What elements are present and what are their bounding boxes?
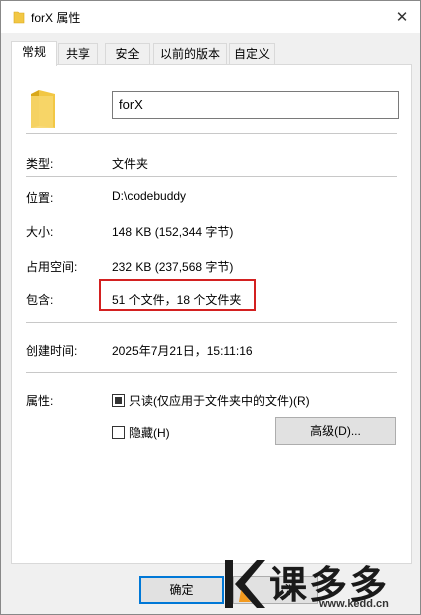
hidden-checkbox-label: 隐藏(H) [129, 426, 170, 440]
close-icon: ✕ [395, 9, 409, 26]
tab-general[interactable]: 常规 [11, 41, 57, 66]
watermark: 课多多 www.kedd.cn [219, 554, 419, 614]
hidden-checkbox[interactable]: 隐藏(H) [112, 424, 170, 441]
close-button[interactable]: ✕ [384, 1, 420, 33]
size-label: 大小: [26, 225, 54, 239]
folder-icon [13, 10, 25, 27]
disk-size-label: 占用空间: [26, 260, 78, 274]
ok-button[interactable]: 确定 [139, 576, 224, 604]
divider [26, 322, 397, 323]
type-label: 类型: [26, 157, 54, 171]
created-label: 创建时间: [26, 344, 78, 358]
watermark-url: www.kedd.cn [319, 598, 389, 610]
location-label: 位置: [26, 191, 54, 205]
divider [26, 372, 397, 373]
watermark-logo [225, 560, 265, 608]
created-value: 2025年7月21日，15:11:16 [112, 344, 253, 358]
title-bar: forX 属性 ✕ [1, 1, 420, 33]
attributes-label: 属性: [26, 394, 54, 408]
divider [26, 133, 397, 134]
type-value: 文件夹 [112, 157, 149, 171]
folder-name-input[interactable]: forX [112, 91, 399, 119]
tab-sharing[interactable]: 共享 [58, 43, 98, 65]
window-title: forX 属性 [31, 11, 81, 25]
disk-size-value: 232 KB (237,568 字节) [112, 260, 234, 274]
highlight-box [99, 279, 256, 311]
advanced-button[interactable]: 高级(D)... [275, 417, 396, 445]
large-folder-icon [29, 88, 57, 133]
hidden-checkbox-box[interactable] [112, 426, 125, 439]
tab-customize[interactable]: 自定义 [229, 43, 275, 65]
tab-previous-versions[interactable]: 以前的版本 [153, 43, 227, 65]
general-panel: forX 类型: 文件夹 位置: D:\codebuddy 大小: 148 KB… [11, 64, 412, 564]
tab-security[interactable]: 安全 [105, 43, 150, 65]
readonly-checkbox-label: 只读(仅应用于文件夹中的文件)(R) [129, 394, 310, 408]
properties-window: forX 属性 ✕ 常规 共享 安全 以前的版本 自定义 forX 类型: 文件… [0, 0, 421, 615]
readonly-checkbox[interactable]: 只读(仅应用于文件夹中的文件)(R) [112, 392, 310, 409]
size-value: 148 KB (152,344 字节) [112, 225, 234, 239]
readonly-checkbox-box[interactable] [112, 394, 125, 407]
location-value: D:\codebuddy [112, 189, 187, 203]
divider [26, 176, 397, 177]
contains-label: 包含: [26, 293, 54, 307]
